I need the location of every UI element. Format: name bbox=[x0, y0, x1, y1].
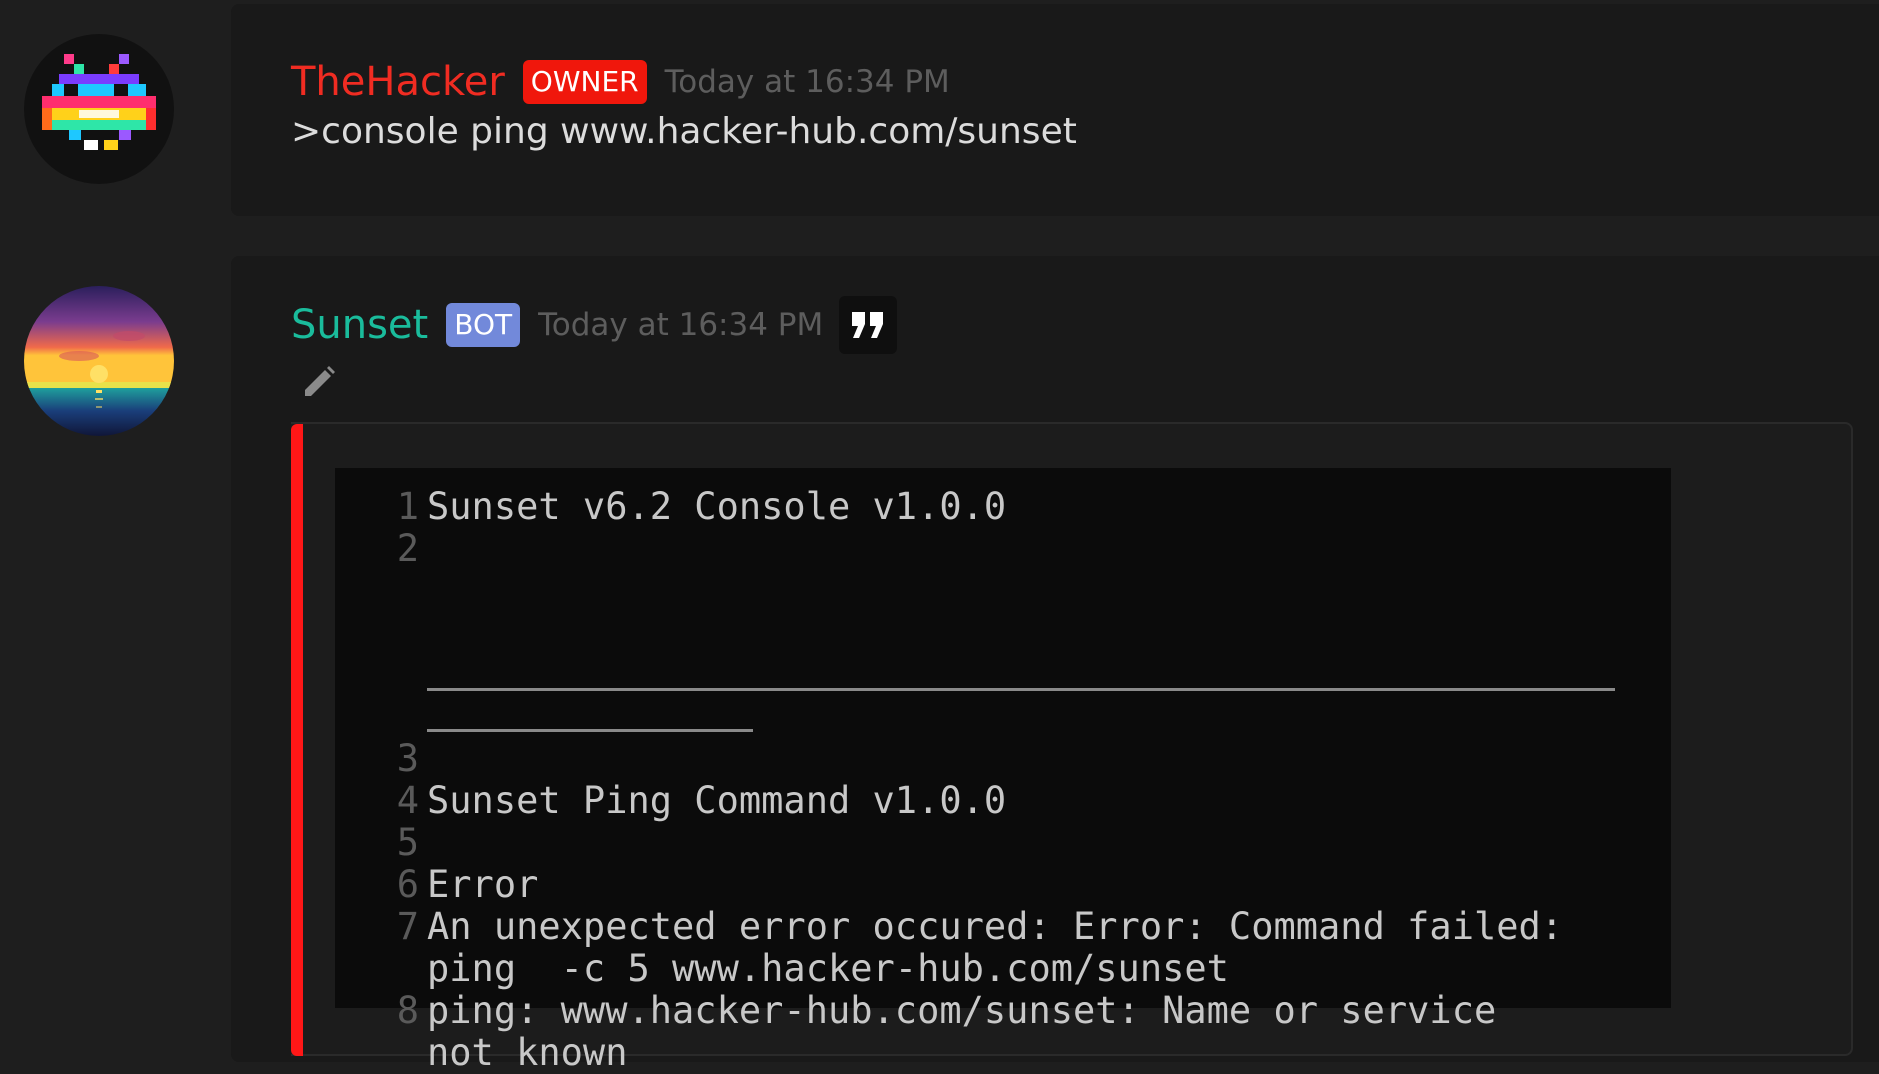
code-line: 2 bbox=[335, 528, 1671, 654]
line-number: 8 bbox=[396, 989, 419, 1032]
code-block: 1 Sunset v6.2 Console v1.0.0 2 3 4 Sunse… bbox=[335, 468, 1671, 1074]
embed: 1 Sunset v6.2 Console v1.0.0 2 3 4 Sunse… bbox=[291, 422, 1853, 1074]
line-text: An unexpected error occured: Error: Comm… bbox=[427, 906, 1627, 990]
code-line: 4 Sunset Ping Command v1.0.0 bbox=[335, 780, 1671, 822]
line-number: 3 bbox=[396, 737, 419, 780]
line-text: Sunset v6.2 Console v1.0.0 bbox=[427, 485, 1007, 528]
divider-line bbox=[427, 654, 1615, 738]
line-text: Error bbox=[427, 863, 539, 906]
bot-badge: BOT bbox=[446, 303, 521, 347]
line-text bbox=[427, 822, 1627, 864]
timestamp: Today at 16:34 PM bbox=[538, 307, 824, 343]
message-card: Sunset BOT Today at 16:34 PM 1 Sunset v6… bbox=[231, 256, 1879, 1074]
code-line: 1 Sunset v6.2 Console v1.0.0 bbox=[335, 486, 1671, 528]
line-number: 7 bbox=[396, 905, 419, 948]
divider bbox=[427, 729, 753, 732]
sunset-avatar[interactable] bbox=[24, 286, 174, 436]
pencil-icon[interactable] bbox=[301, 364, 337, 400]
author-name[interactable]: Sunset bbox=[291, 301, 428, 349]
code-line: 6 Error bbox=[335, 864, 1671, 906]
line-continuation: ping -c 5 www.hacker-hub.com/sunset bbox=[427, 947, 1229, 990]
quote-icon[interactable] bbox=[839, 296, 898, 354]
line-number: 6 bbox=[396, 863, 419, 906]
line-continuation: not known bbox=[427, 1031, 628, 1074]
divider bbox=[427, 688, 1615, 691]
message-sunset: Sunset BOT Today at 16:34 PM 1 Sunset v6… bbox=[0, 0, 1879, 1074]
code-line-rule bbox=[335, 654, 1671, 738]
line-content: An unexpected error occured: Error: Comm… bbox=[427, 905, 1564, 948]
line-text bbox=[427, 738, 1627, 780]
line-number: 2 bbox=[396, 527, 419, 570]
code-line: 8 ping: www.hacker-hub.com/sunset: Name … bbox=[335, 990, 1671, 1074]
line-text: ping: www.hacker-hub.com/sunset: Name or… bbox=[427, 990, 1627, 1074]
code-line: 7 An unexpected error occured: Error: Co… bbox=[335, 906, 1671, 990]
line-number: 1 bbox=[396, 485, 419, 528]
line-text bbox=[427, 528, 1627, 654]
line-text: Sunset Ping Command v1.0.0 bbox=[427, 779, 1007, 822]
line-content: ping: www.hacker-hub.com/sunset: Name or… bbox=[427, 989, 1497, 1032]
message-header: Sunset BOT Today at 16:34 PM bbox=[291, 296, 898, 354]
line-number: 4 bbox=[396, 779, 419, 822]
code-line: 3 bbox=[335, 738, 1671, 780]
code-line: 5 bbox=[335, 822, 1671, 864]
line-number: 5 bbox=[396, 821, 419, 864]
line-number-spacer bbox=[335, 654, 427, 738]
embed-accent-bar bbox=[291, 424, 303, 1056]
